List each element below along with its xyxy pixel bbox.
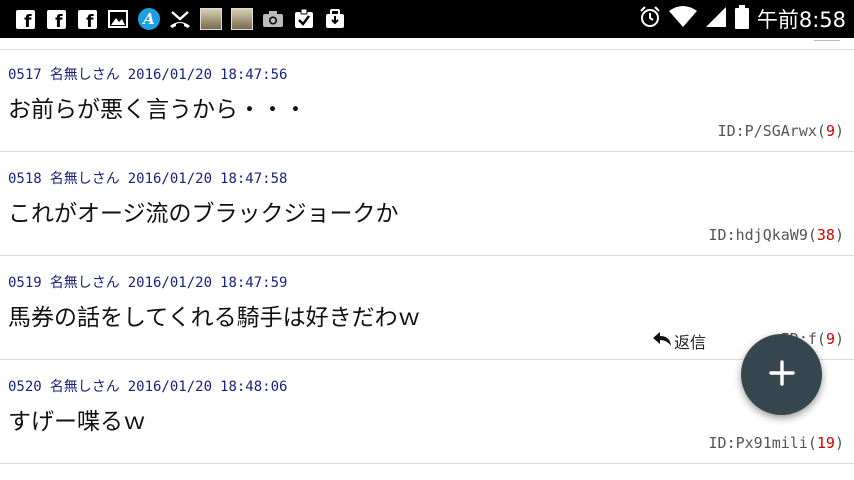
post-id-label: ID:hdjQkaW9 bbox=[708, 226, 808, 244]
post-number: 0519 bbox=[8, 275, 42, 291]
post-time: 18:48:06 bbox=[220, 379, 288, 395]
post-id-count: 19 bbox=[816, 434, 835, 452]
post-body: これがオージ流のブラックジョークか bbox=[8, 201, 399, 227]
post-number: 0517 bbox=[8, 67, 42, 83]
game-app-icon bbox=[200, 8, 222, 30]
signal-icon bbox=[705, 6, 727, 32]
game-app-icon bbox=[231, 8, 253, 30]
post-time: 18:47:56 bbox=[220, 67, 288, 83]
post-date: 2016/01/20 bbox=[127, 67, 213, 83]
notification-icons: f f f A bbox=[14, 7, 346, 31]
gallery-icon bbox=[107, 8, 129, 30]
post-header: 0518 名無しさん 2016/01/20 18:47:58 bbox=[8, 168, 287, 188]
post-number: 0518 bbox=[8, 171, 42, 187]
post-author: 名無しさん bbox=[49, 171, 120, 187]
post-date: 2016/01/20 bbox=[127, 379, 213, 395]
post-item[interactable]: 0518 名無しさん 2016/01/20 18:47:58 これがオージ流のブラック… bbox=[0, 153, 854, 256]
camera-icon bbox=[262, 8, 284, 30]
post-header: 0520 名無しさん 2016/01/20 18:48:06 bbox=[8, 376, 287, 396]
status-bar: f f f A 午前8:58 bbox=[0, 0, 854, 38]
post-id[interactable]: ID:hdjQkaW9(38) bbox=[709, 226, 844, 244]
post-time: 18:47:59 bbox=[220, 275, 288, 291]
plus-icon bbox=[768, 359, 795, 390]
post-header: 0517 名無しさん 2016/01/20 18:47:56 bbox=[8, 64, 287, 84]
post-id-count: 38 bbox=[816, 226, 835, 244]
post-id-label: ID:Px91mili bbox=[708, 434, 808, 452]
post-item[interactable]: 0519 名無しさん 2016/01/20 18:47:59 馬券の話をしてくれる騎手… bbox=[0, 257, 854, 360]
status-time: 午前8:58 bbox=[756, 8, 846, 32]
wifi-icon bbox=[668, 6, 697, 32]
facebook-icon: f bbox=[14, 8, 36, 30]
post-list[interactable]: 0517 名無しさん 2016/01/20 18:47:56 お前らが悪く言うから・・… bbox=[0, 38, 854, 480]
post-id[interactable]: ID:Px91mili(19) bbox=[709, 434, 844, 452]
post-body: すげー喋るｗ bbox=[8, 409, 146, 435]
post-body: 馬券の話をしてくれる騎手は好きだわｗ bbox=[8, 305, 421, 331]
post-item[interactable]: 0517 名無しさん 2016/01/20 18:47:56 お前らが悪く言うから・・… bbox=[0, 49, 854, 152]
new-post-button[interactable] bbox=[741, 334, 822, 415]
post-date: 2016/01/20 bbox=[127, 171, 213, 187]
post-id-label: ID:P/SGArwx bbox=[717, 122, 817, 140]
alarm-icon bbox=[639, 6, 661, 32]
briefcase-icon bbox=[324, 8, 346, 30]
facebook-icon: f bbox=[45, 8, 67, 30]
post-author: 名無しさん bbox=[49, 275, 120, 291]
post-body: お前らが悪く言うから・・・ bbox=[8, 97, 307, 123]
post-number: 0520 bbox=[8, 379, 42, 395]
battery-icon bbox=[734, 5, 749, 33]
reply-icon bbox=[652, 331, 672, 351]
post-id-count: 9 bbox=[825, 122, 835, 140]
post-header: 0519 名無しさん 2016/01/20 18:47:59 bbox=[8, 272, 287, 292]
a-app-icon: A bbox=[138, 8, 160, 30]
reply-button[interactable]: 返信 bbox=[652, 329, 706, 353]
post-item[interactable]: 0520 名無しさん 2016/01/20 18:48:06 すげー喋るｗ ID:Px… bbox=[0, 361, 854, 464]
post-author: 名無しさん bbox=[49, 67, 120, 83]
clipboard-check-icon bbox=[293, 8, 315, 30]
post-time: 18:47:58 bbox=[220, 171, 288, 187]
post-id[interactable]: ID:P/SGArwx(9) bbox=[718, 122, 844, 140]
facebook-icon: f bbox=[76, 8, 98, 30]
post-author: 名無しさん bbox=[49, 379, 120, 395]
system-icons: 午前8:58 bbox=[639, 0, 846, 38]
post-date: 2016/01/20 bbox=[127, 275, 213, 291]
missed-call-icon bbox=[169, 8, 191, 30]
post-id-count: 9 bbox=[825, 330, 835, 348]
reply-label: 返信 bbox=[674, 333, 707, 352]
